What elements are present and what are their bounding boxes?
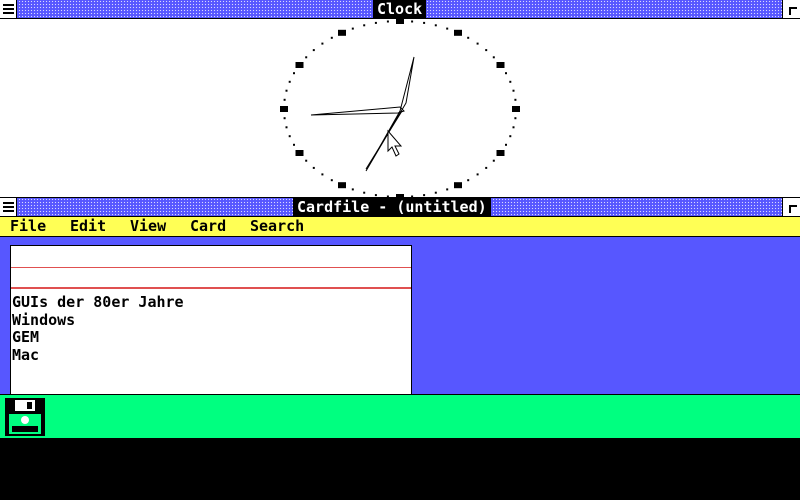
minute-dot bbox=[283, 98, 286, 101]
hour-tick bbox=[496, 62, 505, 68]
minute-dot bbox=[351, 188, 354, 191]
minute-dot bbox=[288, 80, 291, 83]
minute-dot bbox=[423, 194, 426, 197]
minute-dot bbox=[514, 117, 517, 120]
minute-dot bbox=[374, 21, 377, 24]
second-hand bbox=[365, 110, 403, 170]
hour-tick bbox=[338, 182, 346, 189]
minute-dot bbox=[467, 36, 470, 39]
minute-dot bbox=[293, 72, 295, 75]
minute-dot bbox=[321, 173, 324, 176]
hour-tick bbox=[496, 150, 505, 156]
icon-area bbox=[0, 394, 800, 438]
floppy-disk-icon[interactable] bbox=[5, 398, 45, 436]
minute-dot bbox=[363, 24, 366, 27]
minute-dot bbox=[321, 42, 324, 45]
minute-dot bbox=[386, 195, 389, 198]
card-text-line: GUIs der 80er Jahre bbox=[12, 293, 184, 311]
menu-view[interactable]: View bbox=[130, 217, 166, 236]
minute-dot bbox=[467, 179, 470, 182]
desktop-bottom bbox=[0, 438, 800, 500]
clock-size-icon[interactable] bbox=[782, 0, 800, 18]
hour-tick bbox=[295, 150, 304, 156]
minute-dot bbox=[330, 36, 333, 39]
minute-dot bbox=[476, 42, 479, 45]
hour-tick bbox=[512, 106, 520, 112]
clock-title: Clock bbox=[373, 0, 427, 18]
hour-tick bbox=[280, 106, 288, 112]
cardfile-titlebar[interactable]: Cardfile - (untitled) bbox=[0, 198, 800, 217]
index-card[interactable]: GUIs der 80er Jahre Windows GEM Mac bbox=[10, 245, 412, 395]
cardfile-title: Cardfile - (untitled) bbox=[293, 198, 491, 216]
minute-dot bbox=[293, 143, 295, 146]
card-text-line: Mac bbox=[12, 345, 40, 364]
card-body[interactable]: GUIs der 80er Jahre Windows GEM Mac bbox=[11, 289, 411, 364]
hour-tick bbox=[454, 29, 462, 36]
analog-clock bbox=[280, 18, 520, 200]
hour-tick bbox=[338, 29, 346, 36]
clock-system-menu-icon[interactable] bbox=[0, 0, 17, 18]
minute-dot bbox=[446, 188, 449, 191]
hour-tick bbox=[396, 18, 404, 24]
minute-dot bbox=[446, 27, 449, 30]
clock-face bbox=[0, 18, 800, 200]
minute-dot bbox=[285, 89, 288, 92]
minute-dot bbox=[411, 195, 414, 198]
minute-dot bbox=[505, 143, 507, 146]
minute-dot bbox=[351, 27, 354, 30]
minute-dot bbox=[411, 20, 414, 23]
hour-tick bbox=[396, 194, 404, 200]
card-text-line: Windows bbox=[12, 310, 76, 329]
minute-dot bbox=[305, 159, 308, 162]
minute-dot bbox=[374, 194, 377, 197]
card-index-line[interactable] bbox=[11, 267, 411, 289]
cardfile-system-menu-icon[interactable] bbox=[0, 198, 17, 216]
minute-dot bbox=[492, 159, 495, 162]
minute-dot bbox=[363, 191, 366, 194]
minute-dot bbox=[476, 173, 479, 176]
minute-dot bbox=[505, 72, 507, 75]
mouse-pointer-icon bbox=[387, 129, 403, 157]
minute-dot bbox=[514, 98, 517, 101]
minute-dot bbox=[386, 20, 389, 23]
clock-titlebar[interactable]: Clock bbox=[0, 0, 800, 19]
hour-tick bbox=[295, 62, 304, 68]
minute-dot bbox=[330, 179, 333, 182]
card-text-line: GEM bbox=[12, 328, 40, 346]
minute-dot bbox=[512, 89, 515, 92]
minute-dot bbox=[312, 49, 315, 52]
minute-dot bbox=[512, 126, 515, 129]
minute-dot bbox=[423, 21, 426, 24]
menu-card[interactable]: Card bbox=[190, 217, 226, 236]
minute-dot bbox=[485, 166, 488, 169]
minute-dot bbox=[312, 166, 315, 169]
menu-file[interactable]: File bbox=[10, 217, 46, 236]
cardfile-size-icon[interactable] bbox=[782, 198, 800, 216]
minute-dot bbox=[485, 49, 488, 52]
minute-dot bbox=[283, 117, 286, 120]
cardfile-workspace: GUIs der 80er Jahre Windows GEM Mac bbox=[0, 237, 800, 395]
minute-dot bbox=[434, 191, 437, 194]
minute-dot bbox=[492, 56, 495, 59]
menu-edit[interactable]: Edit bbox=[70, 217, 106, 236]
hour-tick bbox=[454, 182, 462, 189]
minute-dot bbox=[509, 80, 512, 83]
minute-dot bbox=[288, 135, 291, 138]
menu-bar: File Edit View Card Search bbox=[0, 217, 800, 237]
minute-dot bbox=[509, 135, 512, 138]
minute-dot bbox=[285, 126, 288, 129]
menu-search[interactable]: Search bbox=[250, 217, 304, 236]
minute-dot bbox=[305, 56, 308, 59]
minute-dot bbox=[434, 24, 437, 27]
hour-hand bbox=[310, 106, 405, 116]
